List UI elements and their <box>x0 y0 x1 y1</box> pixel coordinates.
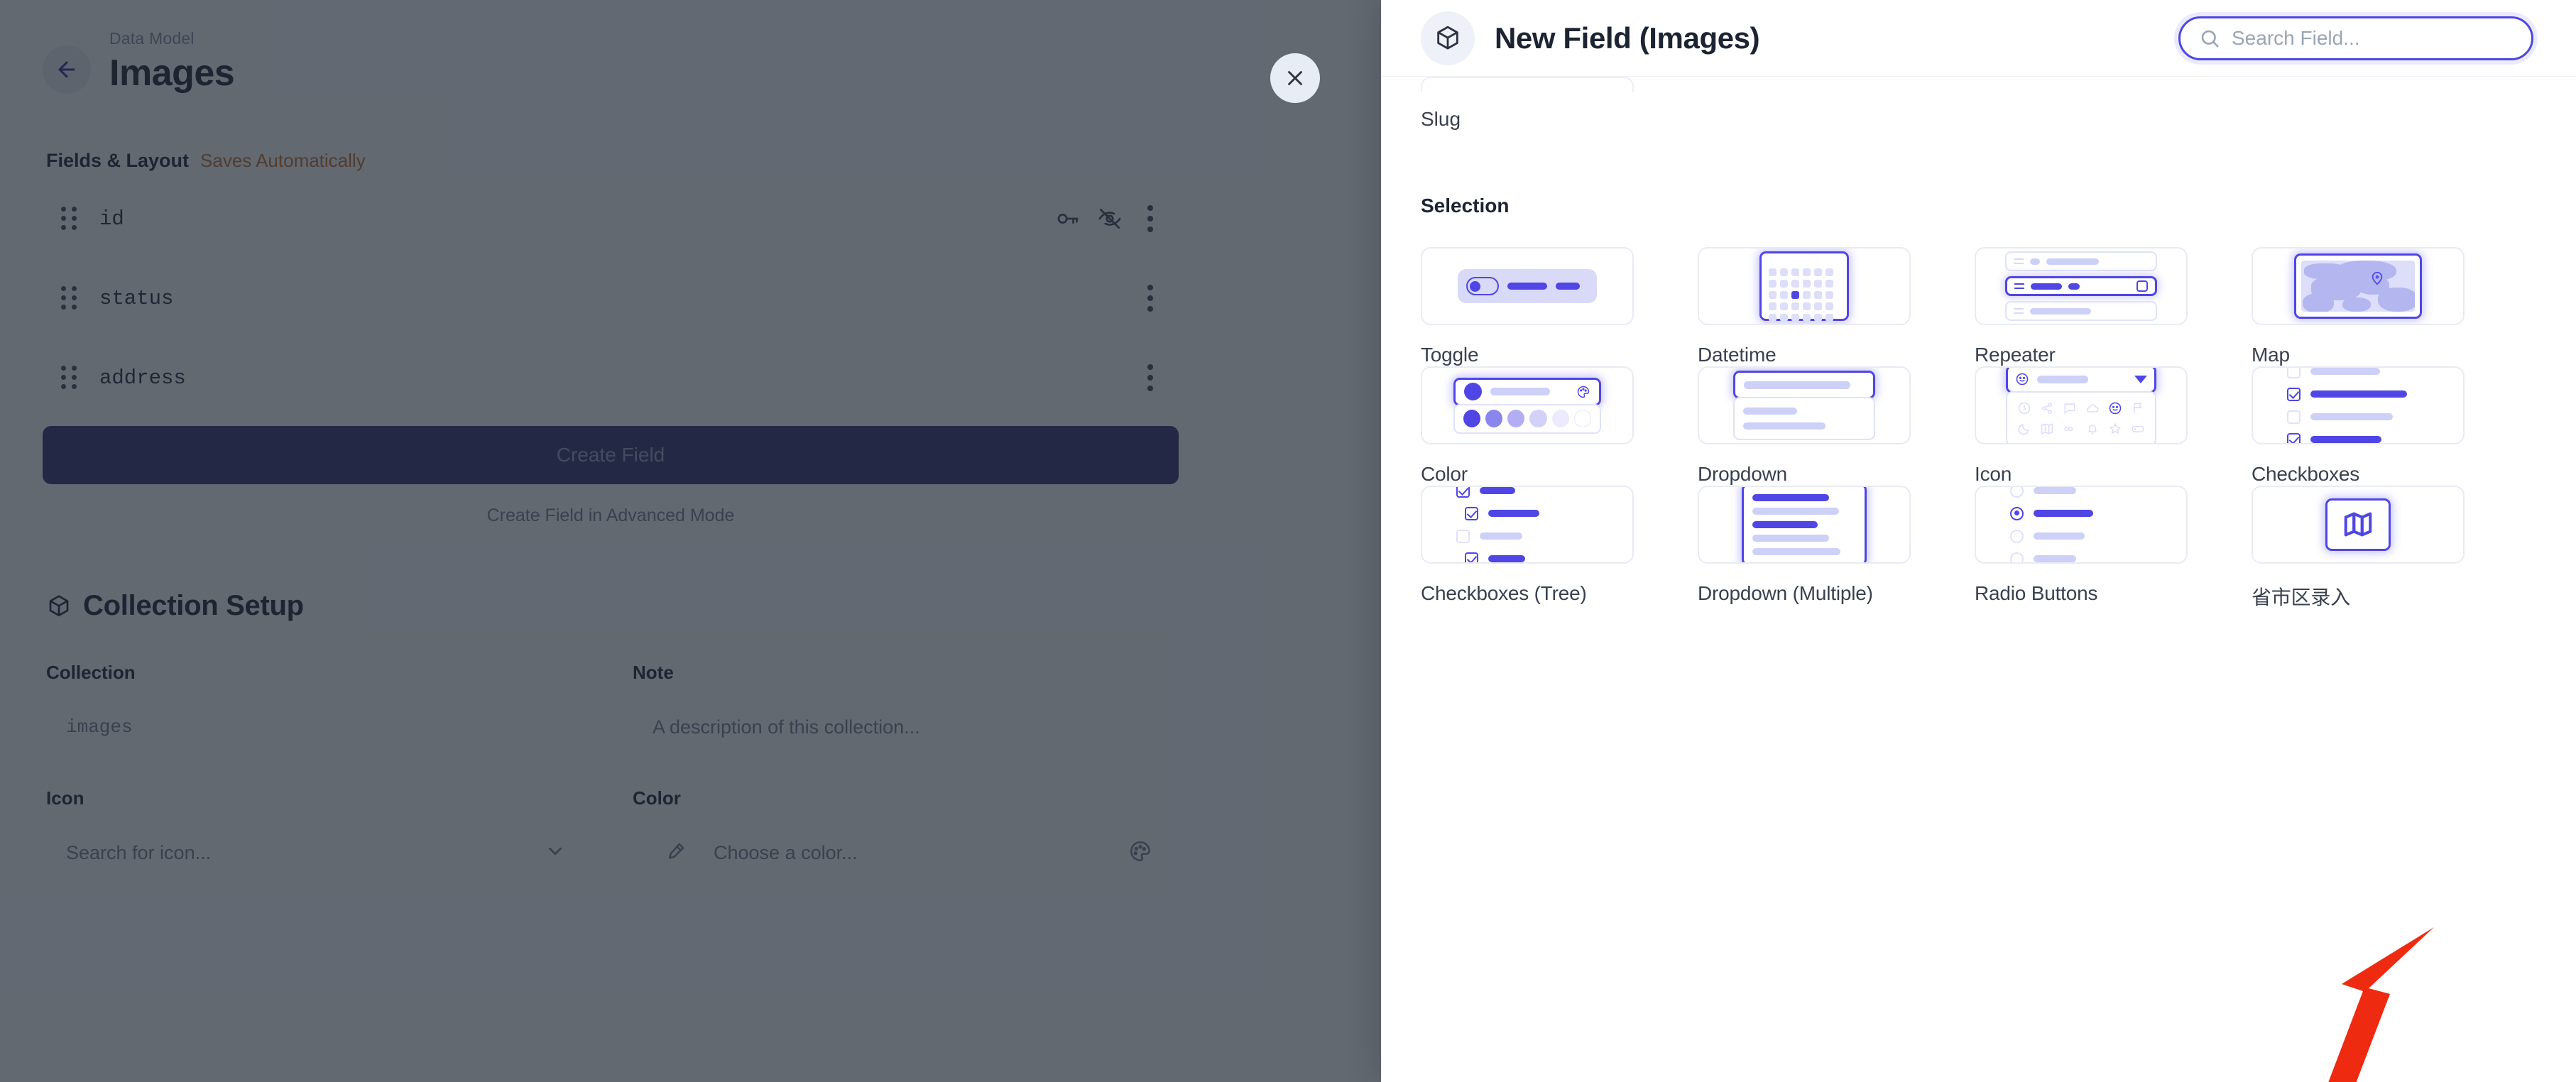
icon-thumb <box>1975 366 2188 444</box>
modal-scrim[interactable] <box>0 0 1381 1082</box>
previous-group-partial: Slug <box>1421 77 2536 131</box>
star-icon <box>2109 422 2122 435</box>
map-thumb <box>2252 247 2465 325</box>
search-icon <box>2201 30 2219 48</box>
card-label: Checkboxes <box>2252 463 2360 485</box>
field-type-card-repeater[interactable]: Repeater <box>1975 247 2188 366</box>
folded-map-thumb <box>2252 486 2465 564</box>
card-label: 省市区录入 <box>2252 586 2351 608</box>
field-type-card-checkboxes-tree[interactable]: Checkboxes (Tree) <box>1421 486 1634 611</box>
cube-icon <box>1421 11 1475 65</box>
checkboxes-tree-thumb <box>1421 486 1634 564</box>
card-label: Dropdown <box>1698 463 1788 485</box>
slug-card-label: Slug <box>1421 108 1461 130</box>
dropdown-multiple-thumb <box>1698 486 1911 564</box>
field-type-grid: Toggle Datetime Repeater Map Color Dropd… <box>1421 247 2536 611</box>
drawer-body: Slug Selection Toggle Datetime Repeater … <box>1381 77 2576 1082</box>
flag-icon <box>2134 403 2142 414</box>
search-input[interactable] <box>2232 26 2513 50</box>
field-type-card-checkboxes[interactable]: Checkboxes <box>2252 366 2465 486</box>
field-type-card-datetime[interactable]: Datetime <box>1698 247 1911 366</box>
card-label: Checkboxes (Tree) <box>1421 582 1587 604</box>
card-label: Toggle <box>1421 344 1479 366</box>
smiley-icon <box>2016 373 2029 386</box>
card-label: Dropdown (Multiple) <box>1698 582 1873 604</box>
card-label: Map <box>2252 344 2290 366</box>
bell-icon <box>2088 425 2097 435</box>
cloud-icon <box>2086 404 2099 412</box>
datetime-thumb <box>1698 247 1911 325</box>
card-label: Datetime <box>1698 344 1777 366</box>
moon-icon <box>2018 424 2029 435</box>
infinity-icon <box>2064 426 2073 432</box>
card-label: Icon <box>1975 463 2012 485</box>
search-field-container[interactable] <box>2178 16 2533 60</box>
folded-map-icon <box>2344 512 2372 537</box>
share-icon <box>2042 403 2052 414</box>
drawer-header: New Field (Images) <box>1381 0 2576 77</box>
repeater-thumb <box>1975 247 2188 325</box>
drawer-title: New Field (Images) <box>1495 21 1760 55</box>
field-type-card-dropdown-multiple[interactable]: Dropdown (Multiple) <box>1698 486 1911 611</box>
field-type-card-map[interactable]: Map <box>2252 247 2465 366</box>
app-screenshot: Data Model Images Fields & Layout Saves … <box>0 0 2576 1082</box>
smiley-icon <box>2109 402 2122 415</box>
card-label: Repeater <box>1975 344 2056 366</box>
map-icon <box>2041 423 2053 435</box>
dropdown-thumb <box>1698 366 1911 444</box>
slug-card-thumb-clipped[interactable] <box>1421 77 1634 92</box>
gamepad-icon <box>2132 425 2144 432</box>
radio-buttons-thumb <box>1975 486 2188 564</box>
checkboxes-thumb <box>2252 366 2465 444</box>
clock-icon <box>2018 402 2031 415</box>
field-type-card-toggle[interactable]: Toggle <box>1421 247 1634 366</box>
close-icon <box>1288 71 1302 85</box>
field-type-card-region-input[interactable]: 省市区录入 <box>2252 486 2465 611</box>
chat-icon <box>2064 403 2075 415</box>
field-type-card-dropdown[interactable]: Dropdown <box>1698 366 1911 486</box>
toggle-thumb <box>1421 247 1634 325</box>
new-field-drawer: New Field (Images) Slug Selection <box>1381 0 2576 1082</box>
close-button[interactable] <box>1270 53 1320 103</box>
card-label: Radio Buttons <box>1975 582 2098 604</box>
field-type-card-icon[interactable]: Icon <box>1975 366 2188 486</box>
field-type-card-color[interactable]: Color <box>1421 366 1634 486</box>
field-type-card-radio-buttons[interactable]: Radio Buttons <box>1975 486 2188 611</box>
group-title-selection: Selection <box>1421 195 1510 217</box>
color-thumb <box>1421 366 1634 444</box>
card-label: Color <box>1421 463 1468 485</box>
